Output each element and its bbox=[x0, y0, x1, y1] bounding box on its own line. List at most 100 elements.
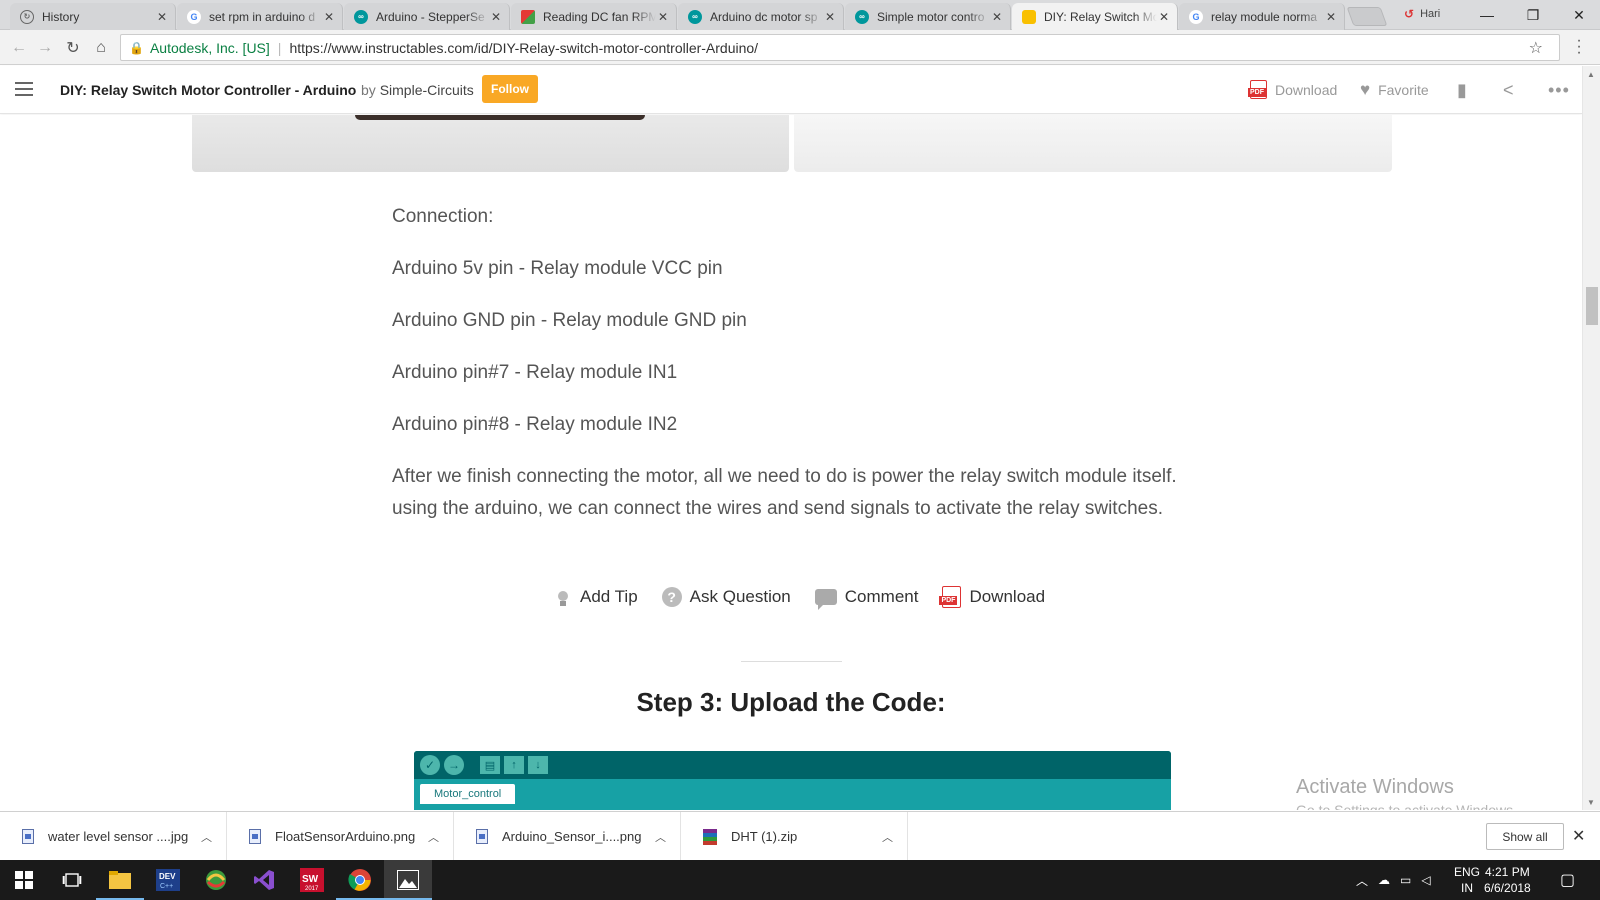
close-tab-icon[interactable]: ✕ bbox=[322, 10, 336, 24]
paragraph-5v: Arduino 5v pin - Relay module VCC pin bbox=[392, 258, 723, 279]
tab-title: History bbox=[42, 9, 80, 24]
volume-icon[interactable]: ◁ bbox=[1421, 873, 1430, 887]
comment-label: Comment bbox=[844, 587, 919, 606]
language-code: ENG bbox=[1454, 865, 1481, 879]
download-item[interactable]: Arduino_Sensor_i....png ︿ bbox=[454, 812, 681, 861]
close-tab-icon[interactable]: ✕ bbox=[155, 10, 169, 24]
paragraph-gnd: Arduino GND pin - Relay module GND pin bbox=[392, 310, 747, 331]
ask-question-button[interactable]: ? Ask Question bbox=[661, 587, 791, 607]
author-link[interactable]: Simple-Circuits bbox=[380, 82, 474, 98]
article-content: Connection: Arduino 5v pin - Relay modul… bbox=[0, 115, 1582, 810]
download-item[interactable]: FloatSensorArduino.png ︿ bbox=[227, 812, 454, 861]
share-icon[interactable]: < bbox=[1503, 80, 1514, 101]
network-icon[interactable]: ▭ bbox=[1400, 873, 1411, 887]
tab-arduino-dc-motor[interactable]: ∞ Arduino dc motor sp ✕ bbox=[678, 3, 844, 30]
chevron-up-icon[interactable]: ︿ bbox=[882, 829, 893, 845]
forward-button[interactable]: → bbox=[34, 37, 56, 59]
more-options-icon[interactable]: ••• bbox=[1548, 80, 1570, 101]
file-explorer-taskbar-button[interactable] bbox=[96, 860, 144, 900]
back-button[interactable]: ← bbox=[8, 37, 30, 59]
step-heading: Step 3: Upload the Code: bbox=[636, 687, 946, 717]
windows-logo-icon bbox=[15, 871, 33, 889]
tab-title: Arduino - StepperSe bbox=[376, 9, 485, 24]
home-button[interactable]: ⌂ bbox=[90, 37, 112, 59]
step-photo-right[interactable] bbox=[794, 115, 1392, 172]
tab-relay-switch-active[interactable]: DIY: Relay Switch Mo ✕ bbox=[1012, 3, 1178, 31]
restore-button[interactable]: ❐ bbox=[1510, 0, 1556, 30]
tab-history[interactable]: ↻ History ✕ bbox=[10, 3, 176, 30]
comments-icon[interactable]: ▮ bbox=[1457, 80, 1467, 101]
header-download-button[interactable]: Download bbox=[1248, 80, 1338, 99]
reload-button[interactable]: ↻ bbox=[62, 37, 84, 59]
network-tool-taskbar-button[interactable] bbox=[192, 860, 240, 900]
close-downloads-bar-icon[interactable]: ✕ bbox=[1572, 826, 1585, 846]
favorite-button[interactable]: ♥ Favorite bbox=[1360, 80, 1429, 100]
comment-icon bbox=[814, 589, 837, 610]
visual-studio-taskbar-button[interactable] bbox=[240, 860, 288, 900]
start-button[interactable] bbox=[0, 860, 48, 900]
photos-icon bbox=[397, 870, 419, 890]
download-item[interactable]: DHT (1).zip ︿ bbox=[681, 812, 908, 861]
tab-dc-fan-rpm[interactable]: Reading DC fan RPM ✕ bbox=[511, 3, 677, 30]
chevron-up-icon[interactable]: ︿ bbox=[428, 829, 439, 845]
show-all-downloads-button[interactable]: Show all bbox=[1486, 823, 1564, 850]
browser-menu-icon[interactable]: · · · bbox=[1574, 33, 1584, 61]
visual-studio-icon bbox=[254, 870, 274, 890]
system-clock[interactable]: 4:21 PM 6/6/2018 bbox=[1484, 864, 1531, 896]
tab-google-search[interactable]: G set rpm in arduino d ✕ bbox=[177, 3, 343, 30]
onedrive-icon[interactable]: ☁ bbox=[1378, 873, 1390, 887]
action-center-icon[interactable]: ▢ bbox=[1560, 860, 1575, 900]
show-hidden-icons-icon[interactable]: ︿ bbox=[1356, 872, 1368, 889]
close-window-button[interactable]: ✕ bbox=[1556, 0, 1600, 30]
close-tab-icon[interactable]: ✕ bbox=[990, 10, 1004, 24]
step-download-button[interactable]: Download bbox=[939, 586, 1045, 608]
solidworks-taskbar-button[interactable]: SW 2017 bbox=[288, 860, 336, 900]
profile-badge[interactable]: ↺ Hari bbox=[1404, 7, 1440, 21]
add-tip-button[interactable]: Add Tip bbox=[554, 586, 638, 608]
close-tab-icon[interactable]: ✕ bbox=[656, 10, 670, 24]
profile-icon: ↺ bbox=[1404, 7, 1415, 21]
section-divider bbox=[741, 661, 842, 662]
close-tab-icon[interactable]: ✕ bbox=[823, 10, 837, 24]
page-scrollbar[interactable]: ▲ ▼ bbox=[1582, 66, 1600, 810]
tab-relay-module-search[interactable]: G relay module norma ✕ bbox=[1179, 3, 1345, 30]
step-photo-left[interactable] bbox=[192, 115, 789, 172]
download-item[interactable]: water level sensor ....jpg ︿ bbox=[0, 812, 227, 861]
close-tab-icon[interactable]: ✕ bbox=[1157, 10, 1171, 24]
chevron-up-icon[interactable]: ︿ bbox=[655, 829, 666, 845]
scrollbar-thumb[interactable] bbox=[1586, 287, 1598, 325]
clock-date: 6/6/2018 bbox=[1484, 881, 1531, 895]
chevron-up-icon[interactable]: ︿ bbox=[201, 829, 212, 845]
profile-name: Hari bbox=[1420, 8, 1441, 20]
close-tab-icon[interactable]: ✕ bbox=[489, 10, 503, 24]
close-tab-icon[interactable]: ✕ bbox=[1324, 10, 1338, 24]
minimize-button[interactable]: — bbox=[1464, 0, 1510, 30]
chrome-taskbar-button[interactable] bbox=[336, 860, 384, 900]
hamburger-menu-icon[interactable] bbox=[15, 82, 33, 96]
comment-button[interactable]: Comment bbox=[814, 587, 919, 610]
language-indicator[interactable]: ENG IN bbox=[1454, 864, 1480, 896]
tab-title: set rpm in arduino d bbox=[209, 9, 316, 24]
bookmark-star-icon[interactable]: ☆ bbox=[1529, 38, 1543, 58]
arduino-ide-screenshot[interactable]: ✓ → ▤ ↑ ↓ Motor_control bbox=[414, 751, 1171, 810]
favorite-label: Favorite bbox=[1378, 82, 1429, 98]
paragraph-pin7: Arduino pin#7 - Relay module IN1 bbox=[392, 362, 678, 383]
history-icon: ↻ bbox=[20, 9, 34, 24]
download-label: Download bbox=[1275, 81, 1338, 98]
heart-icon: ♥ bbox=[1360, 80, 1371, 99]
tab-arduino-stepper[interactable]: ∞ Arduino - StepperSe ✕ bbox=[344, 3, 510, 30]
scroll-down-arrow-icon[interactable]: ▼ bbox=[1587, 798, 1595, 807]
new-tab-button[interactable] bbox=[1346, 7, 1388, 26]
lock-icon: 🔒 bbox=[129, 40, 144, 55]
tab-simple-motor-control[interactable]: ∞ Simple motor contro ✕ bbox=[845, 3, 1011, 30]
scroll-up-arrow-icon[interactable]: ▲ bbox=[1587, 70, 1595, 79]
arduino-icon: ∞ bbox=[354, 9, 368, 24]
devcpp-taskbar-button[interactable]: DEV C++ bbox=[144, 860, 192, 900]
download-filename: Arduino_Sensor_i....png bbox=[502, 829, 642, 844]
photos-taskbar-button[interactable] bbox=[384, 860, 432, 900]
zip-file-icon bbox=[703, 828, 717, 845]
tab-title: DIY: Relay Switch Mo bbox=[1044, 10, 1157, 24]
follow-button[interactable]: Follow bbox=[482, 75, 538, 103]
task-view-button[interactable] bbox=[48, 860, 96, 900]
address-bar[interactable]: 🔒 Autodesk, Inc. [US] | https://www.inst… bbox=[120, 34, 1560, 61]
